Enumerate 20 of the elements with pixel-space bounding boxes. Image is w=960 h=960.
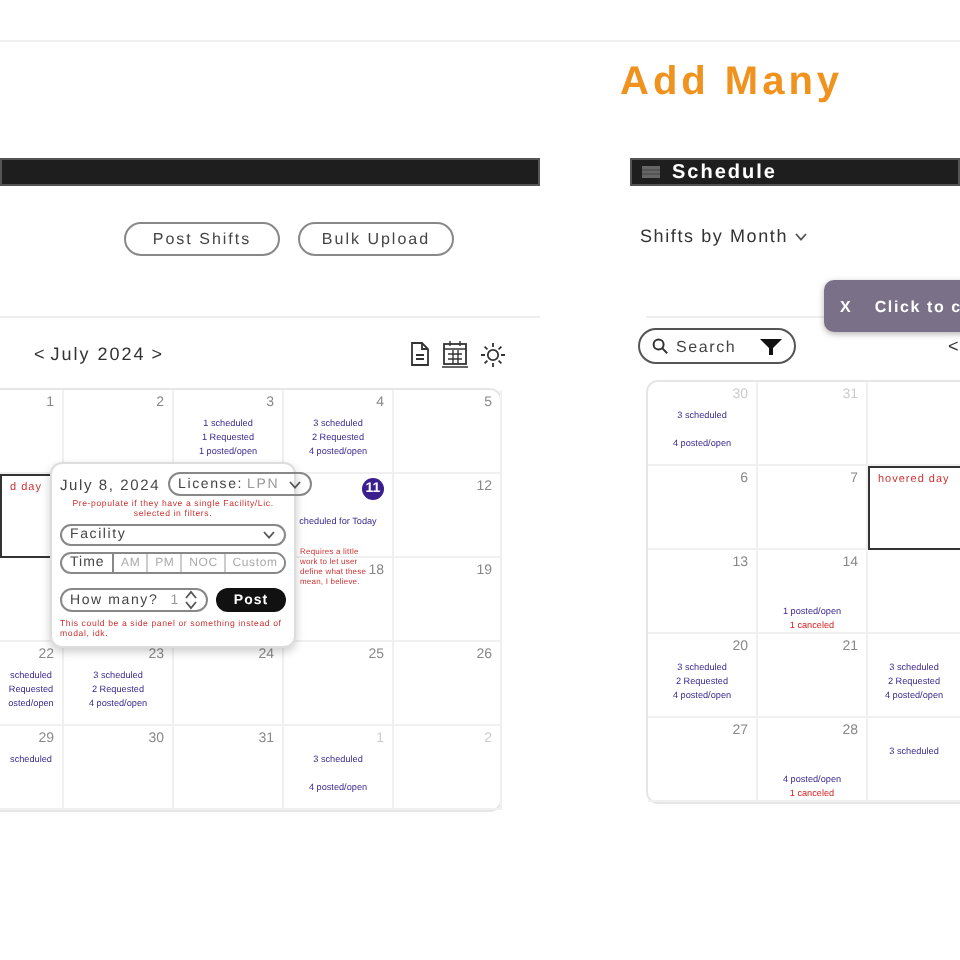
toast-close-button[interactable]: X [840,297,851,315]
prev-month-button[interactable]: < [28,344,51,364]
brightness-icon[interactable] [480,341,506,367]
search-field[interactable]: Search [638,328,796,364]
filter-icon[interactable] [760,337,782,355]
month-label: July 2024 [50,344,146,364]
action-button[interactable]: Bulk Upload [298,222,454,256]
chevron-down-icon[interactable] [262,530,276,540]
action-button[interactable]: Post Shifts [124,222,280,256]
next-month-button[interactable]: > [145,344,169,364]
document-icon[interactable] [410,342,430,366]
view-dropdown[interactable]: Shifts by Month [640,226,789,246]
search-icon[interactable] [652,338,668,354]
stepper-icon[interactable] [184,590,198,610]
page-title: Add Many [620,60,844,106]
app-title: Schedule [672,161,777,183]
chevron-down-icon[interactable] [287,479,302,489]
calendar-icon[interactable] [442,340,468,368]
prev-month-button[interactable]: < [942,336,960,356]
chevron-down-icon[interactable] [794,231,809,241]
